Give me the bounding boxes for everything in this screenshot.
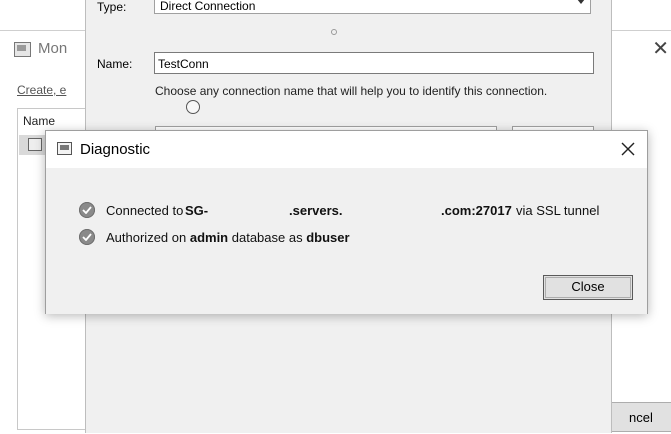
check-circle-icon (79, 202, 95, 218)
close-icon[interactable] (616, 137, 640, 161)
window-icon (57, 142, 72, 155)
name-label: Name: (97, 57, 133, 71)
host-part-b: .servers. (289, 203, 343, 218)
background-close-icon[interactable]: ✕ (652, 39, 669, 59)
list-header-name[interactable]: Name (23, 114, 55, 128)
option-radio[interactable] (186, 100, 200, 114)
diagnostic-dialog: Diagnostic Connected to SG- .servers. .c… (45, 130, 648, 314)
user-name: dbuser (306, 230, 350, 245)
tunnel-suffix: via SSL tunnel (516, 203, 600, 218)
diagnostic-titlebar[interactable]: Diagnostic (46, 131, 647, 168)
host-part-a: SG- (185, 203, 209, 218)
close-button[interactable]: Close (543, 275, 633, 300)
connection-type-value: Direct Connection (160, 0, 256, 13)
app-icon (14, 42, 31, 57)
chevron-down-icon[interactable] (577, 0, 585, 4)
auth-status-text: Authorized on admin database as dbuser (106, 230, 350, 245)
authorized-prefix: Authorized on (106, 230, 190, 245)
type-label: Type: (97, 0, 127, 14)
diagnostic-title: Diagnostic (80, 141, 151, 158)
connected-prefix: Connected to (106, 203, 184, 218)
host-part-c: .com:27017 (441, 203, 512, 218)
auth-middle: database as (228, 230, 307, 245)
connection-name-input[interactable]: TestConn (154, 52, 594, 74)
name-hint: Choose any connection name that will hel… (155, 84, 548, 98)
database-name: admin (189, 230, 229, 245)
diagnostic-body: Connected to SG- .servers. .com:27017 vi… (46, 168, 647, 314)
background-window-title: Mon (38, 40, 68, 57)
connection-type-select[interactable]: Direct Connection (154, 0, 591, 14)
server-icon (28, 138, 42, 151)
create-link[interactable]: Create, e (17, 83, 66, 97)
check-circle-icon (79, 229, 95, 245)
drag-handle (331, 29, 337, 35)
